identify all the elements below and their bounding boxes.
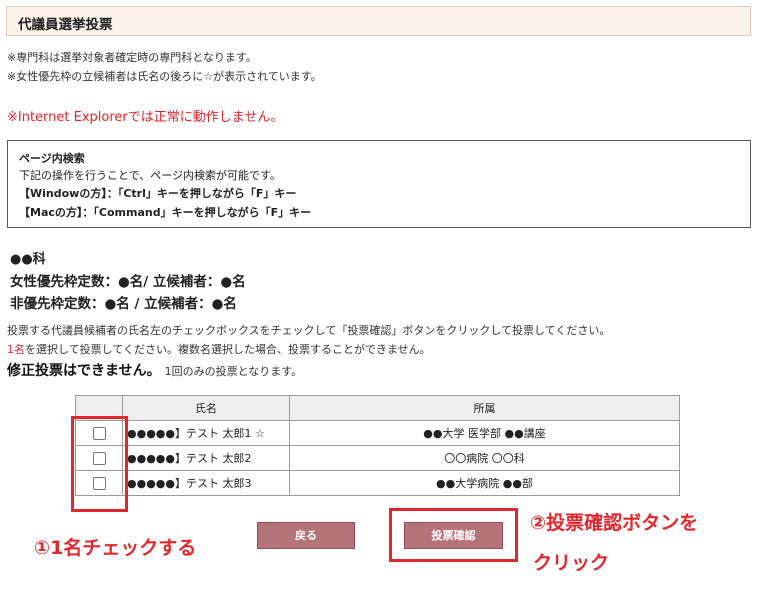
ie-warning: ※Internet Explorerでは正常に動作しません。 bbox=[7, 110, 284, 125]
candidate-affiliation: ●●大学病院 ●●部 bbox=[289, 470, 680, 496]
mac-label: 【Macの方】： bbox=[19, 206, 94, 219]
windows-shortcut: 「Ctrl」キーを押しながら「F」キー bbox=[117, 187, 297, 200]
table-header-row: 氏名 所属 bbox=[75, 395, 680, 421]
note-female-priority: ※女性優先枠の立候補者は氏名の後ろに☆が表示されています。 bbox=[7, 70, 322, 83]
page-title-bar: 代議員選挙投票 bbox=[6, 6, 751, 36]
candidate-affiliation: 〇〇病院 〇〇科 bbox=[289, 445, 680, 471]
female-priority-count: 女性優先枠定数：●名/ 立候補者：●名 bbox=[10, 274, 246, 290]
page-search-mac: 【Macの方】：「Command」キーを押しながら「F」キー bbox=[19, 204, 311, 220]
select-one-highlight: 1名 bbox=[7, 343, 25, 356]
annotation-click-confirm-line2: クリック bbox=[533, 552, 610, 574]
candidate-table: 氏名 所属 ●●●●●】テスト 太郎1 ☆ ●●大学 医学部 ●●講座 ●●●●… bbox=[75, 395, 680, 496]
table-row: ●●●●●】テスト 太郎2 〇〇病院 〇〇科 bbox=[75, 445, 680, 471]
candidate-affiliation: ●●大学 医学部 ●●講座 bbox=[289, 420, 680, 446]
page-search-windows: 【Windowの方】：「Ctrl」キーを押しながら「F」キー bbox=[19, 185, 296, 201]
table-row: ●●●●●】テスト 太郎3 ●●大学病院 ●●部 bbox=[75, 470, 680, 496]
candidate-name: ●●●●●】テスト 太郎1 ☆ bbox=[122, 420, 290, 446]
department-name: ●●科 bbox=[10, 252, 46, 267]
instruction-line2: 1名を選択して投票してください。複数名選択した場合、投票することができません。 bbox=[7, 341, 431, 357]
no-revote-notice: 修正投票はできません。 1回のみの投票となります。 bbox=[7, 360, 302, 380]
page-search-description: 下記の操作を行うことで、ページ内検索が可能です。 bbox=[19, 169, 281, 182]
checkbox-highlight-frame bbox=[71, 416, 128, 512]
table-row: ●●●●●】テスト 太郎1 ☆ ●●大学 医学部 ●●講座 bbox=[75, 420, 680, 446]
confirm-highlight-frame bbox=[389, 508, 518, 562]
candidate-name: ●●●●●】テスト 太郎2 bbox=[122, 445, 290, 471]
mac-shortcut: 「Command」キーを押しながら「F」キー bbox=[93, 206, 312, 219]
back-button[interactable]: 戻る bbox=[257, 522, 355, 549]
instruction-line1: 投票する代議員候補者の氏名左のチェックボックスをチェックして「投票確認」ボタンを… bbox=[7, 324, 611, 337]
page-search-help-box: ページ内検索 下記の操作を行うことで、ページ内検索が可能です。 【Windowの… bbox=[7, 140, 751, 228]
non-priority-count: 非優先枠定数：●名 / 立候補者：●名 bbox=[10, 296, 237, 312]
annotation-click-confirm-line1: ②投票確認ボタンを bbox=[530, 512, 699, 534]
no-revote-text: 修正投票はできません。 bbox=[7, 363, 161, 379]
instruction-line2-rest: を選択して投票してください。複数名選択した場合、投票することができません。 bbox=[25, 343, 431, 356]
windows-label: 【Windowの方】： bbox=[19, 187, 118, 200]
annotation-check-one: ①1名チェックする bbox=[34, 537, 197, 559]
page-search-title: ページ内検索 bbox=[19, 152, 85, 165]
once-only-text: 1回のみの投票となります。 bbox=[164, 365, 303, 378]
header-name: 氏名 bbox=[122, 395, 290, 421]
note-specialty: ※専門科は選挙対象者確定時の専門科となります。 bbox=[7, 51, 257, 64]
page-title: 代議員選挙投票 bbox=[18, 17, 113, 33]
candidate-name: ●●●●●】テスト 太郎3 bbox=[122, 470, 290, 496]
header-affiliation: 所属 bbox=[289, 395, 680, 421]
